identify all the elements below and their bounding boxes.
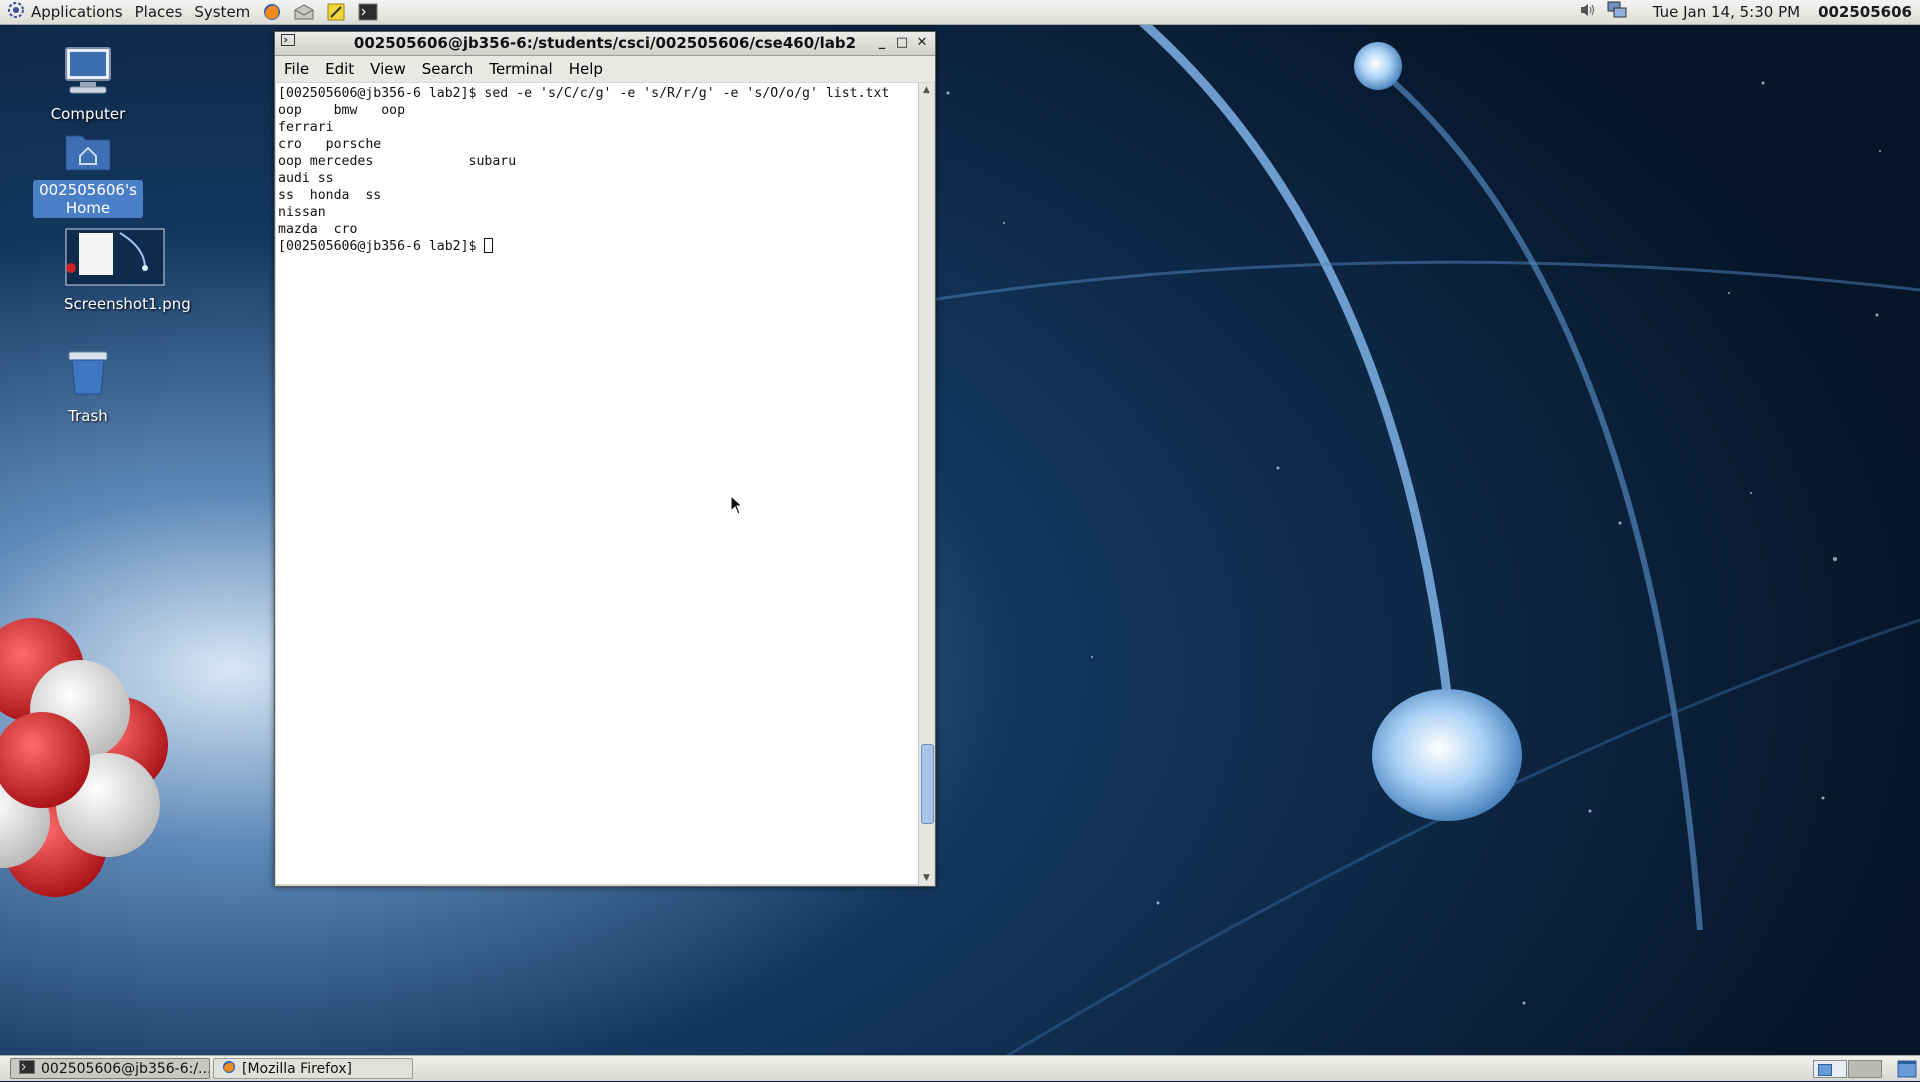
trash-icon [65,351,111,402]
minimize-icon[interactable]: _ [873,34,891,52]
computer-icon [62,47,114,100]
taskbar-item-terminal[interactable]: 002505606@jb356-6:/... [10,1058,210,1079]
terminal-icon [19,1059,35,1078]
terminal-titlebar[interactable]: 002505606@jb356-6:/students/csci/0025056… [275,32,935,56]
terminal-prompt-line: [002505606@jb356-6 lab2]$ [278,238,918,255]
desktop-icon-trash[interactable]: Trash [33,350,143,426]
panel-status-area: Tue Jan 14, 5:30 PM 002505606 [1579,0,1920,24]
terminal-line: [002505606@jb356-6 lab2]$ sed -e 's/C/c/… [278,86,890,101]
text-cursor [484,238,494,253]
applications-menu-label: Applications [31,3,123,21]
menu-help[interactable]: Help [562,60,610,78]
terminal-icon[interactable] [357,1,379,23]
desktop-icon-label: Screenshot1.png [64,295,191,313]
scroll-up-arrow-icon[interactable]: ▲ [919,83,934,97]
taskbar-item-label: 002505606@jb356-6:/... [41,1060,209,1077]
mail-icon[interactable] [293,1,315,23]
user-menu[interactable]: 002505606 [1818,3,1912,21]
taskbar-item-firefox[interactable]: [Mozilla Firefox] [213,1058,413,1079]
system-menu-label: System [194,3,251,21]
scroll-down-arrow-icon[interactable]: ▼ [919,871,934,885]
places-menu[interactable]: Places [129,0,189,24]
workspace-2[interactable] [1848,1060,1882,1078]
close-icon[interactable]: ✕ [913,34,931,52]
terminal-title: 002505606@jb356-6:/students/csci/0025056… [353,34,857,52]
taskbar-item-label: [Mozilla Firefox] [242,1060,352,1077]
terminal-line: audi ss [278,171,334,186]
scrollbar-thumb[interactable] [921,744,934,825]
terminal-line: mazda cro [278,222,358,237]
applications-menu[interactable]: Applications [0,0,129,24]
menu-search[interactable]: Search [415,60,481,78]
terminal-menubar: File Edit View Search Terminal Help [275,56,935,82]
terminal-line: oop bmw oop [278,103,406,118]
network-icon[interactable] [1607,1,1627,23]
terminal-line: cro porsche [278,137,382,152]
desktop-icon-label: 002505606's Home [33,180,143,218]
show-desktop-icon[interactable] [1897,1060,1917,1082]
bottom-panel: 002505606@jb356-6:/... [Mozilla Firefox] [0,1055,1920,1081]
terminal-line: ferrari [278,120,334,135]
terminal-prompt: [002505606@jb356-6 lab2]$ [278,239,485,254]
desktop-icon-screenshot[interactable]: Screenshot1.png [60,228,191,314]
menu-file[interactable]: File [277,60,316,78]
workspace-1[interactable] [1813,1060,1847,1078]
volume-icon[interactable] [1579,2,1597,22]
image-thumbnail-icon [65,228,165,290]
mouse-pointer-icon [730,495,744,515]
terminal-line: oop mercedes subaru [278,154,517,169]
text-editor-icon[interactable] [325,1,347,23]
menu-terminal[interactable]: Terminal [482,60,559,78]
desktop-icon-label: Computer [50,105,126,123]
system-menu[interactable]: System [188,0,256,24]
gnome-foot-icon [6,0,26,24]
menu-view[interactable]: View [363,60,413,78]
terminal-line: ss honda ss [278,188,382,203]
firefox-icon [222,1060,236,1078]
places-menu-label: Places [134,3,183,21]
terminal-line: nissan [278,205,326,220]
desktop-icon-label: Trash [68,407,108,425]
home-folder-icon [64,135,112,176]
maximize-icon[interactable]: □ [893,34,911,52]
terminal-window[interactable]: 002505606@jb356-6:/students/csci/0025056… [274,31,936,887]
top-panel: Applications Places System Tue Jan 14, 5… [0,0,1920,25]
menu-edit[interactable]: Edit [318,60,361,78]
clock[interactable]: Tue Jan 14, 5:30 PM [1653,3,1800,21]
terminal-output[interactable]: [002505606@jb356-6 lab2]$ sed -e 's/C/c/… [276,83,918,884]
desktop-icon-home[interactable]: 002505606's Home [33,130,143,218]
terminal-scrollbar[interactable]: ▲ ▼ [918,83,934,885]
firefox-icon[interactable] [261,1,283,23]
desktop-icon-computer[interactable]: Computer [33,46,143,124]
